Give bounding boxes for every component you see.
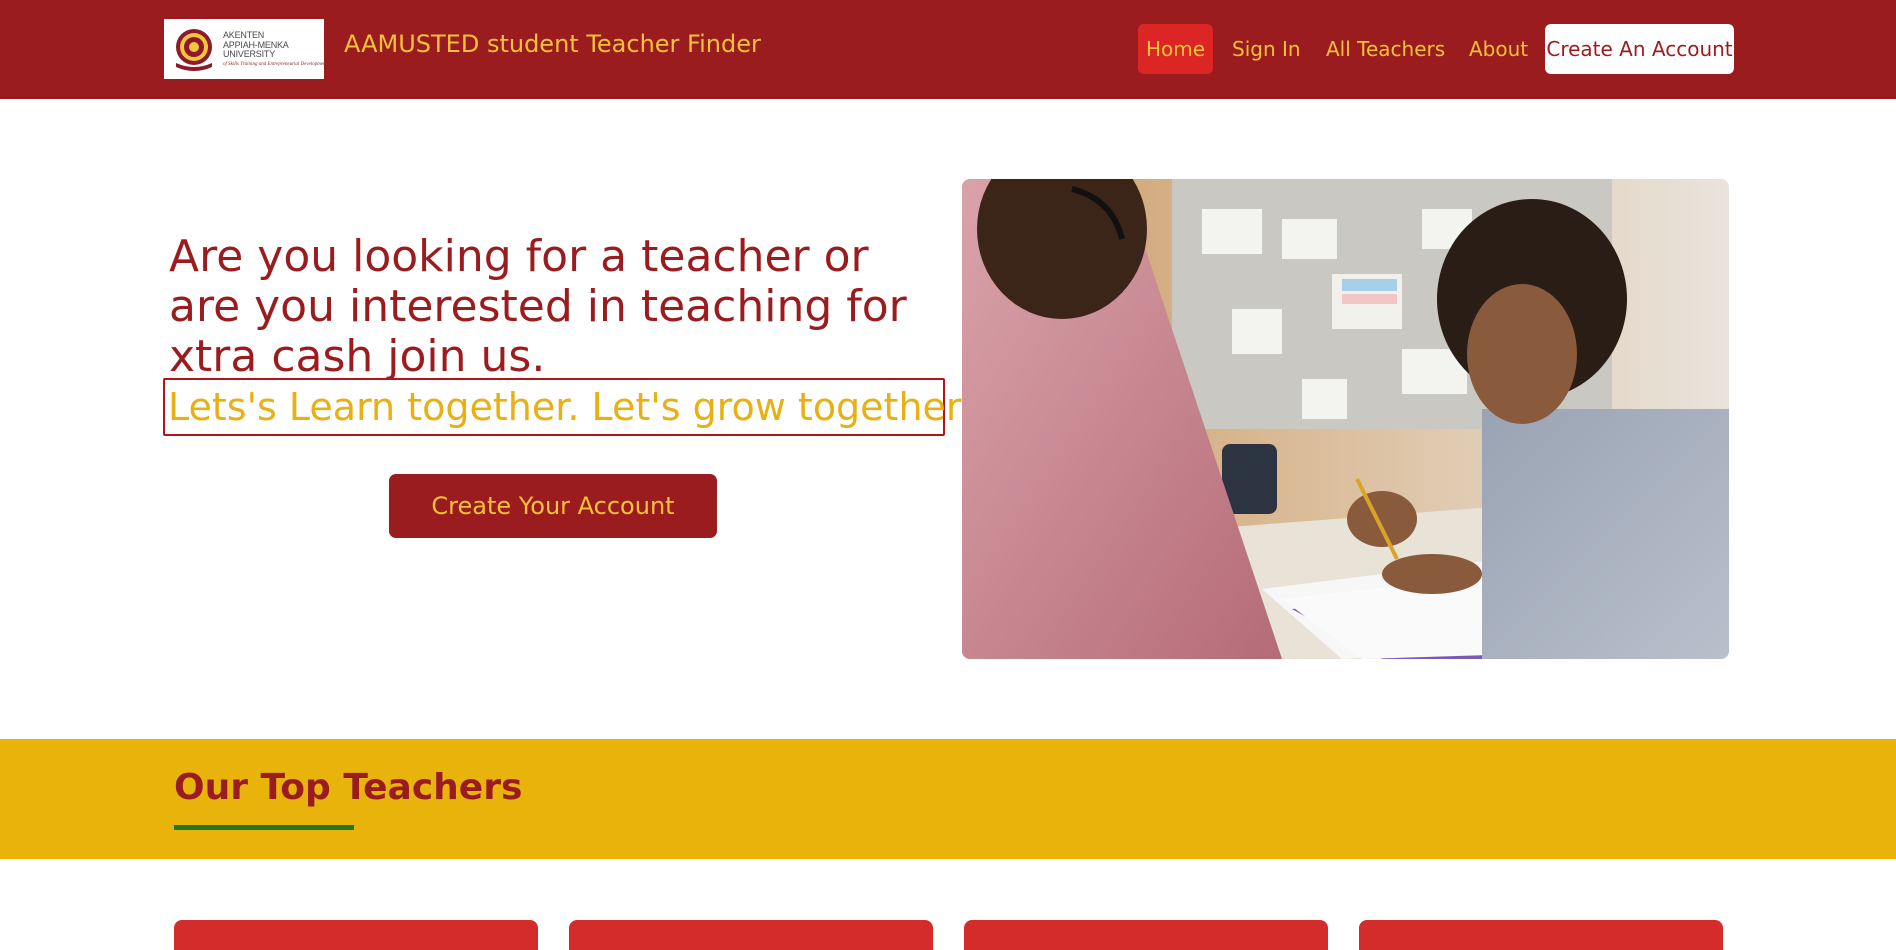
hero-image — [962, 179, 1729, 659]
logo-line: UNIVERSITY — [223, 49, 276, 60]
nav-all-teachers[interactable]: All Teachers — [1316, 24, 1455, 74]
university-logo[interactable]: AKENTEN APPIAH-MENKA UNIVERSITY of Skill… — [164, 19, 327, 79]
logo-tagline: of Skills Training and Entrepreneurial D… — [223, 61, 327, 67]
nav-sign-in[interactable]: Sign In — [1222, 24, 1311, 74]
university-seal-icon — [176, 29, 212, 71]
logo-text: AKENTEN APPIAH-MENKA UNIVERSITY of Skill… — [223, 30, 327, 67]
create-account-button[interactable]: Create An Account — [1545, 24, 1734, 74]
teacher-card[interactable] — [964, 920, 1328, 950]
section-underline — [174, 825, 354, 830]
section-title: Our Top Teachers — [174, 767, 523, 808]
teacher-card[interactable] — [1359, 920, 1723, 950]
nav-home[interactable]: Home — [1138, 24, 1213, 74]
teacher-card[interactable] — [174, 920, 538, 950]
navbar: AKENTEN APPIAH-MENKA UNIVERSITY of Skill… — [0, 0, 1896, 99]
nav-about[interactable]: About — [1459, 24, 1538, 74]
teacher-card[interactable] — [569, 920, 933, 950]
create-your-account-button[interactable]: Create Your Account — [389, 474, 717, 538]
hero-heading: Are you looking for a teacher or are you… — [169, 231, 907, 382]
hero-tagline: Lets's Learn together. Let's grow togeth… — [168, 385, 971, 429]
tutoring-photo-icon — [962, 179, 1729, 659]
brand-title[interactable]: AAMUSTED student Teacher Finder — [344, 30, 761, 58]
